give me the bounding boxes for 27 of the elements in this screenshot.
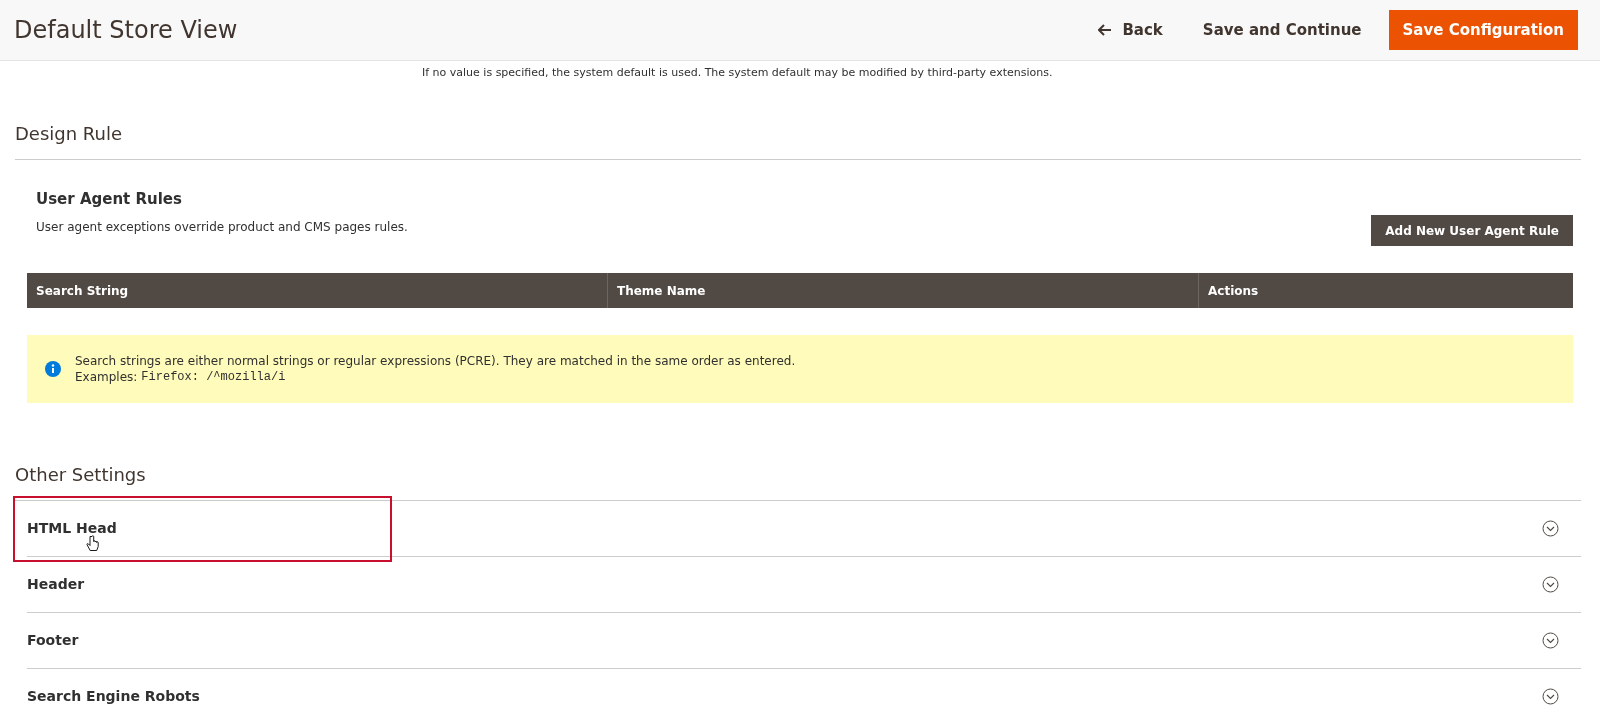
section-title: Design Rule bbox=[15, 119, 1581, 160]
expand-chevron-icon[interactable] bbox=[1542, 688, 1559, 705]
column-header: Theme Name bbox=[607, 273, 1198, 308]
subsection-title: User Agent Rules bbox=[36, 188, 183, 210]
subsection-description: User agent exceptions override product and CMS pages rules. bbox=[36, 219, 408, 236]
example-label: Examples: bbox=[75, 369, 138, 385]
notice-text: Search strings are either normal strings or regular expressions (PCRE). They are matched in the same order as entered. bbox=[75, 353, 796, 369]
info-icon bbox=[45, 361, 61, 377]
column-header: Search String bbox=[35, 282, 130, 300]
collapsible-section-title[interactable]: Search Engine Robots bbox=[27, 686, 200, 707]
collapsible-section-title[interactable]: HTML Head bbox=[27, 518, 117, 539]
section-title: Other Settings bbox=[15, 461, 1581, 501]
back-button[interactable]: Back bbox=[1098, 18, 1163, 42]
column-header: Actions bbox=[1198, 273, 1573, 308]
scope-note: If no value is specified, the system default is used. The system default may be modified by third-party extensions. bbox=[422, 65, 1054, 81]
save-and-continue-button[interactable]: Save and Continue bbox=[1202, 18, 1362, 42]
expand-chevron-icon[interactable] bbox=[1542, 520, 1559, 537]
collapsible-section-title[interactable]: Header bbox=[27, 574, 85, 595]
hand-cursor-icon bbox=[86, 535, 99, 552]
example-code: Firefox: /^mozilla/i bbox=[141, 369, 286, 385]
save-configuration-button[interactable]: Save Configuration bbox=[1388, 10, 1578, 50]
page-title: Default Store View bbox=[14, 15, 239, 46]
back-arrow-icon bbox=[1098, 24, 1113, 36]
expand-chevron-icon[interactable] bbox=[1542, 632, 1559, 649]
expand-chevron-icon[interactable] bbox=[1542, 576, 1559, 593]
collapsible-section-title[interactable]: Footer bbox=[27, 630, 79, 651]
add-rule-button[interactable]: Add New User Agent Rule bbox=[1371, 215, 1573, 246]
